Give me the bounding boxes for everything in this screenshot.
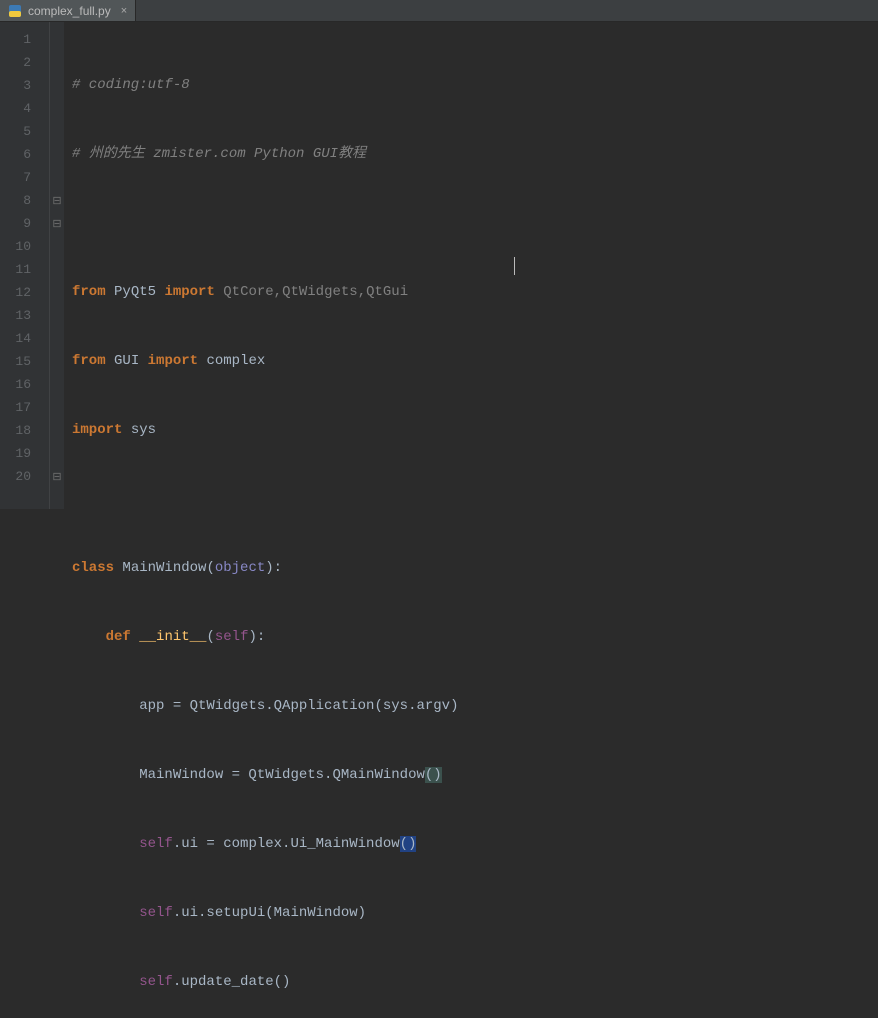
line-number: 14 — [0, 327, 49, 350]
line-number: 15 — [0, 350, 49, 373]
code-line: class MainWindow(object): — [72, 557, 878, 580]
python-file-icon — [8, 4, 22, 18]
code-line: import sys — [72, 419, 878, 442]
line-number: 10 — [0, 235, 49, 258]
editor: 1 2 3 4 5 6 7 8 9 10 11 12 13 14 15 16 1… — [0, 22, 878, 509]
fold-icon[interactable]: ⊟ — [50, 465, 64, 488]
tab-filename: complex_full.py — [28, 4, 111, 18]
line-number: 16 — [0, 373, 49, 396]
line-number: 17 — [0, 396, 49, 419]
line-number: 9 — [0, 212, 49, 235]
fold-icon[interactable]: ⊟ — [50, 189, 64, 212]
fold-gutter[interactable]: ⊟ ⊟ ⊟ — [50, 22, 64, 509]
line-number: 7 — [0, 166, 49, 189]
code-line: app = QtWidgets.QApplication(sys.argv) — [72, 695, 878, 718]
code-line: MainWindow = QtWidgets.QMainWindow() — [72, 764, 878, 787]
code-line: from PyQt5 import QtCore,QtWidgets,QtGui — [72, 281, 878, 304]
code-line — [72, 212, 878, 235]
line-number: 18 — [0, 419, 49, 442]
line-number: 11 — [0, 258, 49, 281]
line-number-gutter[interactable]: 1 2 3 4 5 6 7 8 9 10 11 12 13 14 15 16 1… — [0, 22, 50, 509]
code-line: self.ui.setupUi(MainWindow) — [72, 902, 878, 925]
line-number: 12 — [0, 281, 49, 304]
line-number: 13 — [0, 304, 49, 327]
line-number: 2 — [0, 51, 49, 74]
code-line — [72, 488, 878, 511]
code-line: self.update_date() — [72, 971, 878, 994]
line-number: 1 — [0, 28, 49, 51]
tab-complex-full[interactable]: complex_full.py × — [0, 0, 136, 21]
line-number: 4 — [0, 97, 49, 120]
close-icon[interactable]: × — [117, 5, 127, 17]
line-number: 8 — [0, 189, 49, 212]
fold-icon[interactable]: ⊟ — [50, 212, 64, 235]
code-area[interactable]: # coding:utf-8 # 州的先生 zmister.com Python… — [64, 22, 878, 509]
line-number: 19 — [0, 442, 49, 465]
code-line: # coding:utf-8 — [72, 74, 878, 97]
line-number: 5 — [0, 120, 49, 143]
line-number: 20 — [0, 465, 49, 488]
code-line: def __init__(self): — [72, 626, 878, 649]
code-line: self.ui = complex.Ui_MainWindow() — [72, 833, 878, 856]
tab-bar: complex_full.py × — [0, 0, 878, 22]
line-number: 3 — [0, 74, 49, 97]
line-number: 6 — [0, 143, 49, 166]
code-line: # 州的先生 zmister.com Python GUI教程 — [72, 143, 878, 166]
code-line: from GUI import complex — [72, 350, 878, 373]
text-caret-icon — [514, 257, 515, 275]
